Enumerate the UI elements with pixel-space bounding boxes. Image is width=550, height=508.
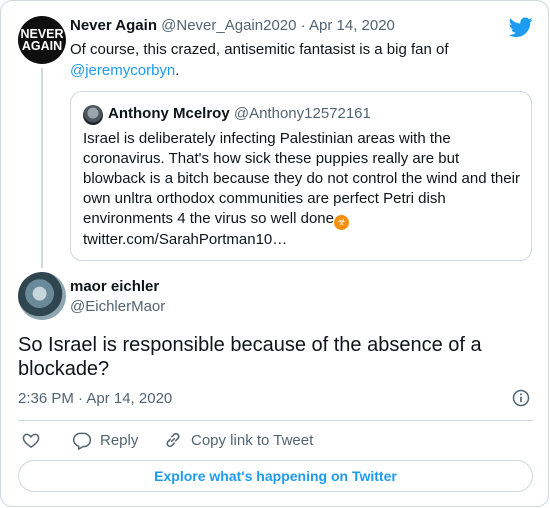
author-name[interactable]: maor eichler [70, 278, 159, 295]
quote-header: Anthony Mcelroy @Anthony12572161 [108, 105, 371, 122]
mention-suffix: . [175, 62, 180, 79]
parent-avatar[interactable]: NEVER AGAIN [18, 16, 66, 64]
info-icon[interactable] [511, 388, 531, 408]
explore-twitter-button[interactable]: Explore what's happening on Twitter [18, 460, 533, 492]
reply-label: Reply [100, 431, 139, 449]
parent-author-handle[interactable]: @Never_Again2020 [161, 17, 296, 34]
author-handle[interactable]: @EichlerMaor [70, 298, 165, 315]
parent-header: Never Again @Never_Again2020 · Apr 14, 2… [70, 17, 395, 34]
copy-link-label: Copy link to Tweet [191, 431, 314, 449]
quote-author-name: Anthony Mcelroy [108, 105, 230, 122]
reply-icon [72, 432, 92, 450]
quote-author-handle: @Anthony12572161 [233, 105, 371, 122]
quote-link[interactable]: twitter.com/SarahPortman10… [83, 231, 287, 248]
quote-text-body: Israel is deliberately infecting Palesti… [83, 130, 520, 227]
embedded-tweet-card: NEVER AGAIN Never Again @Never_Again2020… [0, 0, 549, 507]
author-avatar[interactable] [18, 272, 66, 320]
quote-text: Israel is deliberately infecting Palesti… [83, 129, 525, 250]
tweet-timestamp[interactable]: 2:36 PM · Apr 14, 2020 [18, 390, 172, 407]
divider [18, 420, 533, 421]
parent-tweet-text: Of course, this crazed, antisemitic fant… [70, 39, 520, 81]
explore-label: Explore what's happening on Twitter [154, 468, 397, 484]
mention-link[interactable]: @jeremycorbyn [70, 62, 175, 79]
twitter-bird-icon[interactable] [509, 15, 533, 39]
parent-text-body: Of course, this crazed, antisemitic fant… [70, 41, 449, 58]
tweet-text: So Israel is responsible because of the … [18, 334, 482, 380]
avatar-text-bottom: AGAIN [21, 39, 63, 53]
copy-link-button[interactable]: Copy link to Tweet [163, 429, 313, 451]
thread-line [41, 68, 43, 268]
separator-dot: · [296, 17, 309, 34]
parent-date[interactable]: Apr 14, 2020 [309, 17, 395, 34]
quoted-tweet[interactable]: Anthony Mcelroy @Anthony12572161 Israel … [70, 91, 532, 261]
biohazard-emoji-icon: ☣ [333, 215, 349, 230]
parent-author-name[interactable]: Never Again [70, 17, 157, 34]
heart-icon [22, 433, 40, 448]
quote-avatar [83, 105, 103, 125]
reply-button[interactable]: Reply [72, 429, 138, 451]
link-icon [166, 432, 180, 448]
like-button[interactable] [21, 429, 49, 451]
